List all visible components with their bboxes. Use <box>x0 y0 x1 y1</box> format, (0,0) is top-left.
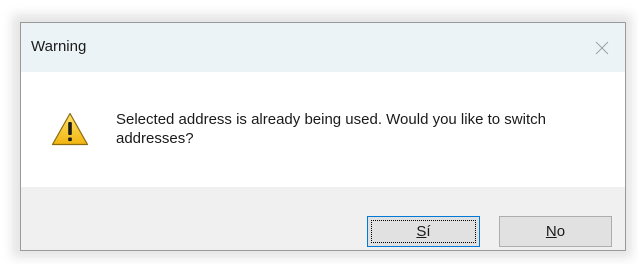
no-mnemonic: N <box>545 223 557 240</box>
close-button[interactable] <box>579 23 625 72</box>
no-label-rest: o <box>556 223 566 240</box>
close-icon <box>595 41 609 54</box>
yes-button[interactable]: Sí <box>367 216 480 247</box>
yes-label-rest: í <box>426 223 431 240</box>
no-button-label: No <box>546 223 565 240</box>
dialog-content: Selected address is already being used. … <box>21 72 625 187</box>
no-button[interactable]: No <box>499 216 612 247</box>
window-title: Warning <box>31 38 87 55</box>
dialog-message: Selected address is already being used. … <box>116 111 546 147</box>
title-bar: Warning <box>21 23 625 72</box>
button-bar: Sí No <box>21 187 625 250</box>
yes-mnemonic: S <box>416 223 427 240</box>
warning-triangle-icon <box>51 112 89 146</box>
warning-dialog: Warning Selected address is already bein… <box>20 22 626 251</box>
yes-button-label: Sí <box>416 223 430 240</box>
